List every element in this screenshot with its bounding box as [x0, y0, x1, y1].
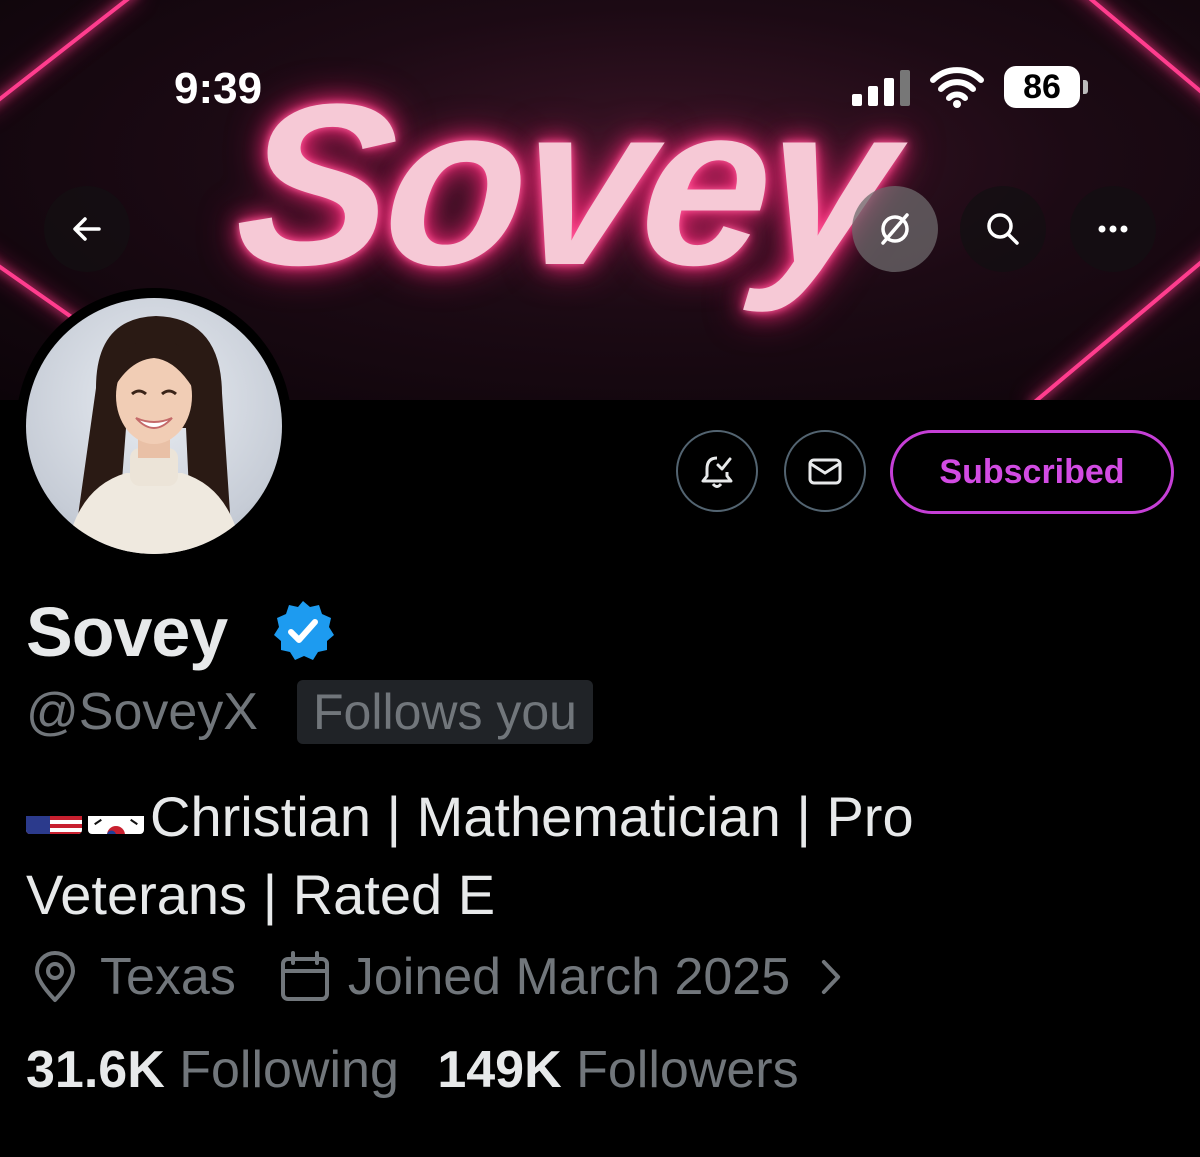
- cellular-signal-icon: [852, 70, 912, 106]
- profile-bio: Christian | Mathematician | Pro Veterans…: [26, 778, 1026, 934]
- followers-link[interactable]: 149K Followers: [437, 1041, 798, 1099]
- profile-name: Sovey: [26, 593, 228, 671]
- chevron-right-icon[interactable]: [808, 954, 854, 1000]
- following-label: Following: [179, 1041, 399, 1099]
- avatar[interactable]: [26, 298, 282, 554]
- us-flag-icon: [26, 796, 82, 835]
- arrow-left-icon: [73, 217, 101, 241]
- follows-you-badge: Follows you: [297, 680, 593, 744]
- grok-button[interactable]: [852, 186, 938, 272]
- back-button[interactable]: [44, 186, 130, 272]
- message-button[interactable]: [784, 430, 866, 512]
- subscribed-button[interactable]: Subscribed: [890, 430, 1174, 514]
- location-text: Texas: [100, 948, 236, 1006]
- follow-stats: 31.6K Following 149K Followers: [26, 1040, 799, 1100]
- verified-badge-icon[interactable]: [270, 598, 336, 664]
- location-pin-icon: [35, 951, 75, 1002]
- bio-text: Christian | Mathematician | Pro Veterans…: [26, 785, 914, 926]
- following-count: 31.6K: [26, 1041, 165, 1099]
- followers-label: Followers: [576, 1041, 799, 1099]
- joined-date[interactable]: Joined March 2025: [348, 947, 790, 1007]
- envelope-icon: [808, 458, 842, 485]
- notifications-button[interactable]: [676, 430, 758, 512]
- profile-handle: @SoveyX: [26, 683, 258, 741]
- more-button[interactable]: [1070, 186, 1156, 272]
- followers-count: 149K: [437, 1041, 562, 1099]
- battery-indicator: 86: [1004, 66, 1080, 108]
- profile-meta: Texas Joined March 2025: [26, 942, 854, 1012]
- wifi-icon: [930, 66, 984, 108]
- search-icon: [987, 213, 1019, 245]
- battery-cap: [1083, 80, 1088, 94]
- banner-title: Sovey: [226, 56, 902, 313]
- more-icon: [1098, 225, 1128, 233]
- south-korea-flag-icon: [88, 796, 144, 835]
- grok-icon: [881, 213, 909, 245]
- following-link[interactable]: 31.6K Following: [26, 1041, 399, 1099]
- calendar-icon: [280, 951, 329, 1001]
- status-time: 9:39: [174, 64, 263, 113]
- bell-check-icon: [701, 456, 733, 488]
- search-button[interactable]: [960, 186, 1046, 272]
